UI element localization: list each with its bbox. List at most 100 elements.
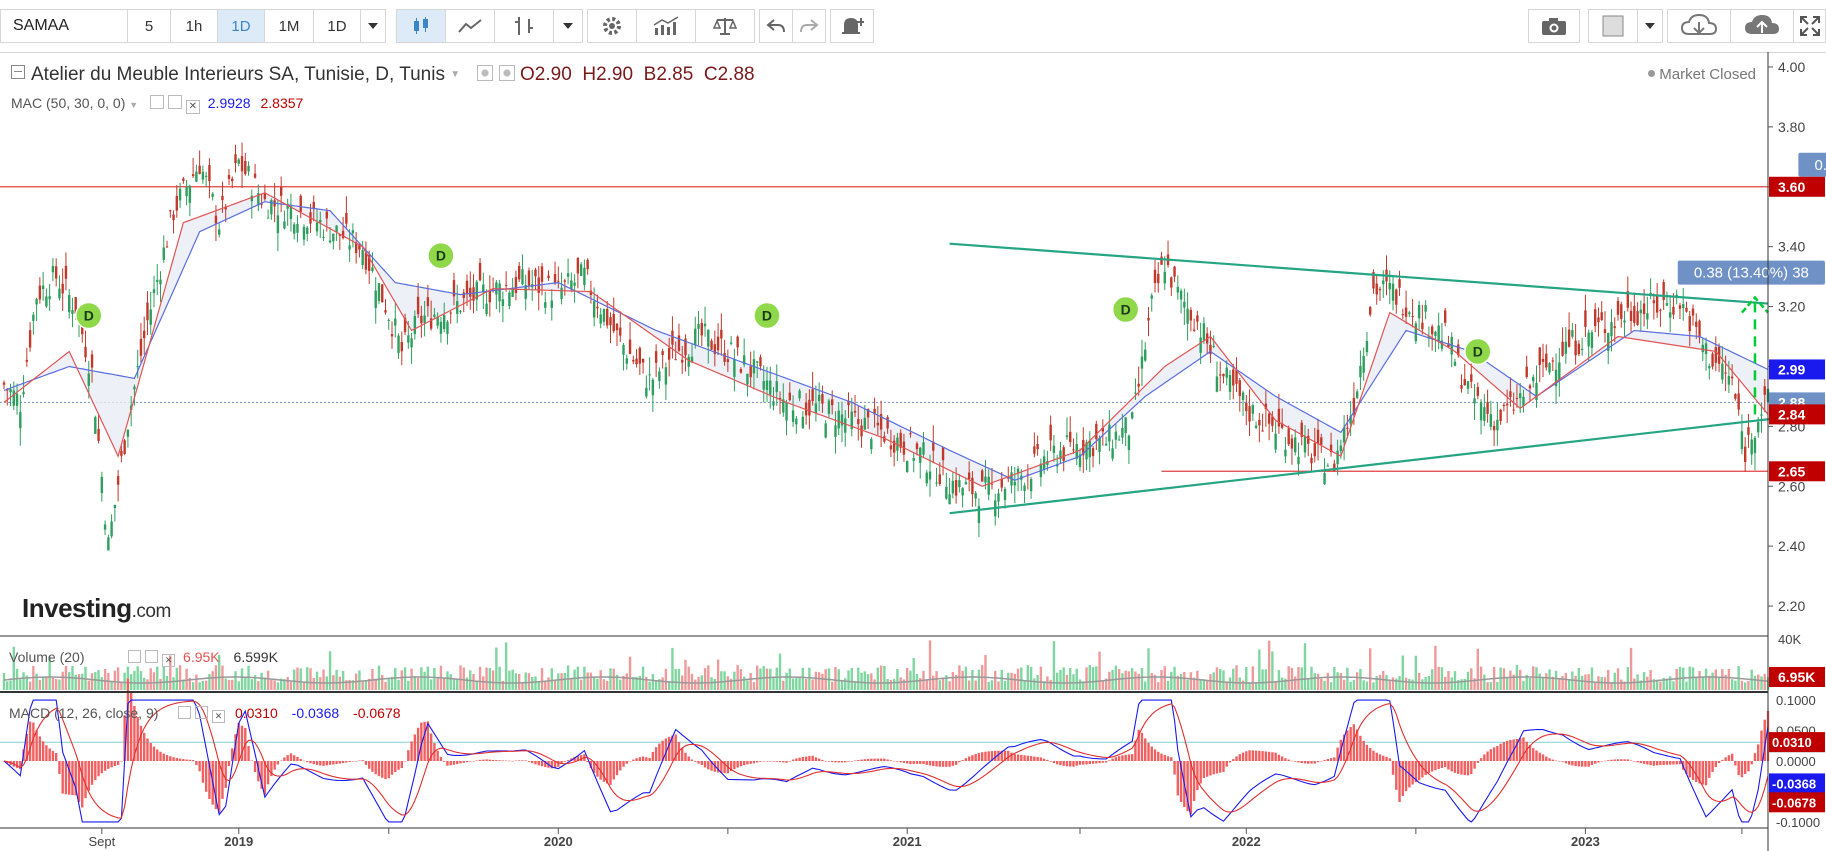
collapse-icon[interactable] <box>11 65 25 79</box>
macd-histogram-bar <box>746 761 749 765</box>
macd-histogram-bar <box>1753 753 1757 761</box>
volume-bar <box>433 667 436 690</box>
volume-bar <box>143 677 146 690</box>
dividend-marker: D <box>75 301 103 330</box>
gear-icon[interactable] <box>145 650 159 663</box>
macd-histogram-bar <box>844 761 847 763</box>
volume-bar <box>156 666 159 690</box>
volume-bar <box>1743 682 1747 690</box>
price-chart[interactable]: D D D D D 0.38 (13.40%) 38 0.75 (26.23%) 75 4.… <box>0 0 1826 851</box>
close-icon[interactable]: ✕ <box>162 654 176 667</box>
macd-histogram-bar <box>873 758 876 761</box>
candle-body <box>1541 358 1545 362</box>
macd-histogram-bar <box>325 761 329 766</box>
macd-histogram-bar <box>514 760 518 762</box>
macd-histogram-bar <box>1502 742 1506 761</box>
candle-body <box>1505 403 1509 406</box>
eye-icon[interactable] <box>128 650 142 663</box>
candle-body <box>1646 313 1649 320</box>
macd-histogram-bar <box>1091 761 1095 764</box>
candle-body <box>1069 431 1072 443</box>
mac-legend: MAC (50, 30, 0, 0) ▼ ✕ 2.9928 2.8357 <box>11 95 303 114</box>
macd-histogram-bar <box>335 761 338 764</box>
macd-histogram-bar <box>1554 760 1558 762</box>
close-icon[interactable]: ✕ <box>212 710 226 723</box>
macd-histogram-bar <box>279 760 283 762</box>
candle-body <box>211 193 214 197</box>
macd-histogram-bar <box>1144 738 1147 761</box>
candle-body <box>143 330 146 339</box>
macd-histogram-bar <box>1743 761 1747 774</box>
candle-body <box>667 348 671 360</box>
volume-bar <box>270 679 273 690</box>
candle-body <box>1228 375 1232 392</box>
macd-histogram-bar <box>860 759 863 761</box>
macd-histogram-bar <box>1479 758 1483 761</box>
macd-histogram-bar <box>892 760 896 762</box>
macd-histogram-bar <box>1532 748 1535 761</box>
volume-bar <box>550 668 553 690</box>
macd-histogram-bar <box>1160 753 1163 761</box>
eye-icon[interactable] <box>477 65 494 81</box>
volume-bar <box>1039 666 1043 690</box>
volume-bar <box>1411 679 1414 690</box>
macd-histogram-bar <box>247 746 250 761</box>
volume-bar <box>263 677 267 690</box>
chevron-down-icon[interactable]: ▼ <box>129 100 138 110</box>
volume-bar <box>557 673 560 690</box>
macd-histogram-bar <box>1730 753 1734 761</box>
volume-bar <box>1179 674 1183 690</box>
eye-icon[interactable] <box>178 706 192 719</box>
candle-body <box>1443 310 1447 323</box>
candle-body <box>1098 437 1101 452</box>
volume-bar <box>1620 679 1623 690</box>
volume-bar <box>276 682 280 690</box>
macd-histogram-bar <box>1460 761 1463 775</box>
macd-histogram-bar <box>935 761 938 767</box>
volume-bar <box>912 657 915 690</box>
macd-legend-name[interactable]: MACD (12, 26, close, 9) <box>9 705 158 721</box>
candle-body <box>351 230 355 234</box>
measure-label: 0.38 (13.40%) 38 <box>1694 265 1809 282</box>
macd-histogram-bar <box>488 759 492 761</box>
macd-histogram-bar <box>377 761 381 777</box>
volume-bar <box>1698 670 1701 690</box>
macd-histogram-bar <box>1483 754 1486 761</box>
macd-histogram-bar <box>1649 761 1652 766</box>
macd-histogram-bar <box>253 761 257 773</box>
macd-histogram-bar <box>48 748 51 761</box>
volume-bar <box>713 678 717 690</box>
candle-body <box>32 314 35 321</box>
close-icon[interactable]: ✕ <box>185 100 200 114</box>
volume-bar <box>1672 681 1675 690</box>
macd-histogram-bar <box>821 759 824 761</box>
gear-icon[interactable] <box>195 706 209 719</box>
candle-body <box>397 335 400 354</box>
macd-histogram-bar <box>436 750 439 761</box>
candle-body <box>791 410 795 422</box>
candle-body <box>945 486 948 499</box>
candle-body <box>306 227 309 234</box>
macd-histogram-bar <box>1117 756 1121 761</box>
macd-histogram-bar <box>834 761 837 763</box>
candle-body <box>1571 330 1574 337</box>
macd-histogram-bar <box>1535 750 1538 761</box>
volume-legend-name[interactable]: Volume (20) <box>9 649 84 665</box>
candle-body <box>583 267 586 285</box>
volume-bar <box>1577 668 1581 690</box>
gear-icon[interactable] <box>498 65 515 81</box>
macd-histogram-bar <box>1747 761 1750 772</box>
title-dropdown-icon[interactable]: ▼ <box>450 69 460 80</box>
mac-legend-name[interactable]: MAC (50, 30, 0, 0) <box>11 95 125 111</box>
eye-icon[interactable] <box>150 95 165 109</box>
candle-body <box>407 335 410 343</box>
macd-histogram-bar <box>1176 761 1180 796</box>
volume-bar <box>508 670 511 690</box>
volume-bar <box>1437 666 1440 690</box>
candle-body <box>596 306 599 309</box>
macd-histogram-bar <box>1603 760 1607 762</box>
volume-bar <box>201 680 205 690</box>
macd-histogram-bar <box>1065 761 1069 767</box>
gear-icon[interactable] <box>167 95 182 109</box>
macd-histogram-bar <box>1545 756 1548 761</box>
